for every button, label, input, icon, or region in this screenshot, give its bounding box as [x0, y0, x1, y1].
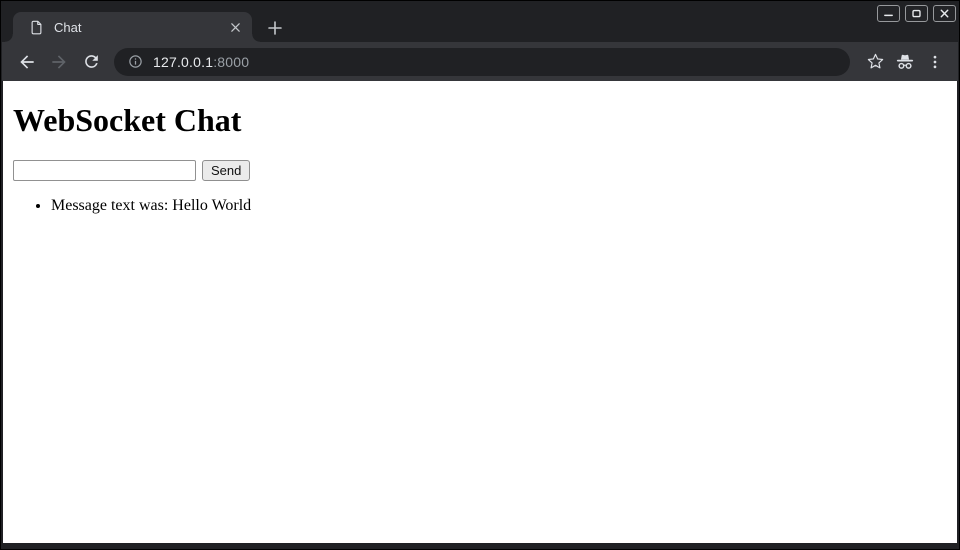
- chat-form: Send: [13, 160, 949, 181]
- tab-close-icon[interactable]: [226, 18, 244, 36]
- url-text: 127.0.0.1:8000: [153, 54, 249, 70]
- window-maximize-button[interactable]: [905, 5, 928, 22]
- forward-icon[interactable]: [44, 47, 74, 77]
- url-port: :8000: [213, 54, 249, 70]
- incognito-icon: [890, 47, 920, 77]
- url-host: 127.0.0.1: [153, 54, 213, 70]
- back-icon[interactable]: [12, 47, 42, 77]
- titlebar: Chat: [1, 1, 959, 42]
- menu-icon[interactable]: [920, 47, 950, 77]
- message-list: Message text was: Hello World: [11, 197, 949, 215]
- page-content: WebSocket Chat Send Message text was: He…: [3, 81, 957, 543]
- tab-title: Chat: [54, 20, 226, 35]
- new-tab-button[interactable]: [262, 15, 288, 41]
- window-minimize-button[interactable]: [877, 5, 900, 22]
- reload-icon[interactable]: [76, 47, 106, 77]
- browser-window: Chat: [0, 0, 960, 550]
- tab-chat[interactable]: Chat: [13, 12, 252, 42]
- page-favicon-icon: [29, 20, 44, 35]
- page-title: WebSocket Chat: [13, 102, 949, 139]
- message-item: Message text was: Hello World: [51, 197, 949, 215]
- message-input[interactable]: [13, 160, 196, 181]
- bookmark-star-icon[interactable]: [860, 47, 890, 77]
- address-bar[interactable]: 127.0.0.1:8000: [114, 48, 850, 76]
- toolbar-right-icons: [860, 47, 950, 77]
- window-close-button[interactable]: [933, 5, 956, 22]
- site-info-icon[interactable]: [128, 54, 143, 69]
- send-button[interactable]: Send: [202, 160, 250, 181]
- browser-toolbar: 127.0.0.1:8000: [2, 42, 958, 81]
- window-controls: [877, 5, 956, 22]
